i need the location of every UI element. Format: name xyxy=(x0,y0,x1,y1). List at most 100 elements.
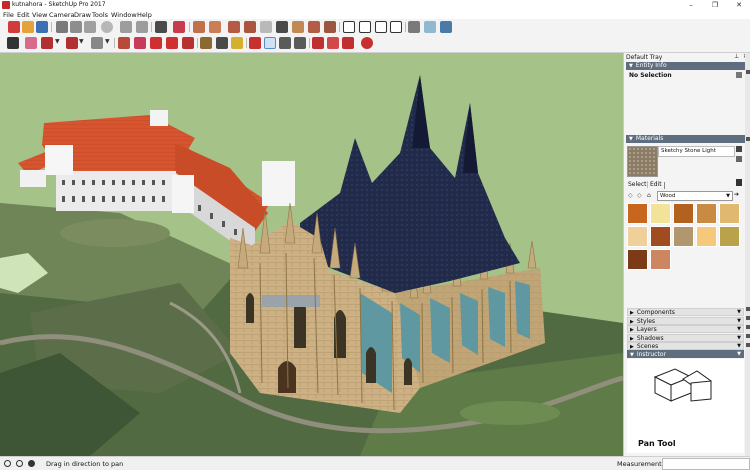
tape-measure-icon[interactable] xyxy=(200,37,212,49)
tab-select[interactable]: Select xyxy=(628,181,647,188)
cut-icon[interactable] xyxy=(56,21,68,33)
details-icon[interactable]: ➔ xyxy=(734,191,739,198)
material-swatch[interactable] xyxy=(719,203,740,224)
scale-icon[interactable] xyxy=(182,37,194,49)
push-pull-icon[interactable] xyxy=(118,37,130,49)
materials-header[interactable]: ▼ Materials xyxy=(626,135,747,143)
move-icon[interactable] xyxy=(150,37,162,49)
right-view-icon[interactable] xyxy=(244,21,256,33)
tab-edit[interactable]: Edit xyxy=(647,181,662,188)
box-icon[interactable] xyxy=(390,21,402,33)
material-category-select[interactable]: Wood ▼ xyxy=(657,191,733,201)
house-left-icon[interactable] xyxy=(375,21,387,33)
model-info-icon[interactable] xyxy=(173,21,185,33)
redo-icon[interactable] xyxy=(136,21,148,33)
erase-icon[interactable] xyxy=(101,21,113,33)
home-icon[interactable]: ⌂ xyxy=(647,192,651,199)
pan-icon[interactable] xyxy=(264,37,276,49)
layers-panel-header[interactable]: ▶ Layers ▼ xyxy=(627,325,744,333)
eraser-icon[interactable] xyxy=(25,37,37,49)
protractor-icon[interactable] xyxy=(231,37,243,49)
iso-view-icon[interactable] xyxy=(193,21,205,33)
scenes-panel-header[interactable]: ▶ Scenes ▼ xyxy=(627,342,744,350)
undo-icon[interactable] xyxy=(120,21,132,33)
side-button-icon[interactable] xyxy=(746,316,750,320)
entity-info-icon[interactable] xyxy=(736,72,742,78)
material-swatch[interactable] xyxy=(650,203,671,224)
rotate-icon[interactable] xyxy=(166,37,178,49)
wireframe-icon[interactable] xyxy=(308,21,320,33)
top-view-icon[interactable] xyxy=(209,21,221,33)
warehouse-icon[interactable] xyxy=(312,37,324,49)
select-icon[interactable] xyxy=(7,37,19,49)
components-panel-header[interactable]: ▶ Components ▼ xyxy=(627,308,744,316)
xray-icon[interactable] xyxy=(292,21,304,33)
material-swatch[interactable] xyxy=(627,249,648,270)
hidden-line-icon[interactable] xyxy=(324,21,336,33)
forward-icon[interactable]: ◇ xyxy=(637,192,642,199)
3d-warehouse-icon[interactable] xyxy=(424,21,436,33)
extension-icon[interactable] xyxy=(440,21,452,33)
model-viewport[interactable] xyxy=(0,53,623,456)
orbit-icon[interactable] xyxy=(249,37,261,49)
styles-panel-header[interactable]: ▶ Styles ▼ xyxy=(627,317,744,325)
material-swatch[interactable] xyxy=(650,226,671,247)
side-button-icon[interactable] xyxy=(746,325,750,329)
credits-icon[interactable] xyxy=(16,460,23,467)
material-swatch[interactable] xyxy=(627,226,648,247)
close-button[interactable]: ✕ xyxy=(728,0,750,10)
measurements-input[interactable] xyxy=(662,458,750,470)
side-button-icon[interactable] xyxy=(746,70,750,74)
minimize-button[interactable]: – xyxy=(680,0,702,10)
menu-file[interactable]: File xyxy=(3,11,14,19)
menu-help[interactable]: Help xyxy=(137,11,152,19)
house-icon[interactable] xyxy=(343,21,355,33)
house-outline-icon[interactable] xyxy=(359,21,371,33)
copy-icon[interactable] xyxy=(70,21,82,33)
dimension-icon[interactable] xyxy=(216,37,228,49)
components-icon[interactable] xyxy=(342,37,354,49)
material-swatch[interactable] xyxy=(696,226,717,247)
material-swatch[interactable] xyxy=(627,203,648,224)
back-view-icon[interactable] xyxy=(260,21,272,33)
material-preview[interactable] xyxy=(627,146,658,177)
geolocation-icon[interactable] xyxy=(4,460,11,467)
side-button-icon[interactable] xyxy=(746,343,750,347)
chevron-down-icon[interactable]: ▼ xyxy=(79,38,84,45)
arc-icon[interactable] xyxy=(66,37,78,49)
back-icon[interactable]: ◇ xyxy=(628,192,633,199)
material-swatch[interactable] xyxy=(673,203,694,224)
menu-draw[interactable]: Draw xyxy=(74,11,91,19)
front-view-icon[interactable] xyxy=(228,21,240,33)
shadows-panel-header[interactable]: ▶ Shadows ▼ xyxy=(627,334,744,342)
menu-camera[interactable]: Camera xyxy=(49,11,75,19)
zoom-icon[interactable] xyxy=(279,37,291,49)
eyedropper-icon[interactable] xyxy=(736,179,742,186)
left-view-icon[interactable] xyxy=(276,21,288,33)
menu-view[interactable]: View xyxy=(32,11,47,19)
maximize-button[interactable]: ❐ xyxy=(704,0,726,10)
layer-icon[interactable] xyxy=(408,21,420,33)
material-swatch[interactable] xyxy=(673,226,694,247)
material-swatch[interactable] xyxy=(650,249,671,270)
instructor-panel-header[interactable]: ▼ Instructor ▼ xyxy=(627,350,744,358)
save-icon[interactable] xyxy=(36,21,48,33)
menu-window[interactable]: Window xyxy=(111,11,137,19)
entity-info-header[interactable]: ▼ Entity Info xyxy=(626,62,747,70)
menu-tools[interactable]: Tools xyxy=(92,11,108,19)
material-swatch[interactable] xyxy=(696,203,717,224)
chevron-down-icon[interactable]: ▼ xyxy=(55,38,60,45)
menu-edit[interactable]: Edit xyxy=(17,11,30,19)
instructor-toggle-icon[interactable] xyxy=(28,460,35,467)
material-swatch[interactable] xyxy=(719,226,740,247)
pin-icon[interactable]: ⊥ xyxy=(734,53,739,60)
extension-warehouse-icon[interactable] xyxy=(327,37,339,49)
print-icon[interactable] xyxy=(155,21,167,33)
side-button-icon[interactable] xyxy=(746,334,750,338)
open-icon[interactable] xyxy=(22,21,34,33)
chevron-down-icon[interactable]: ▼ xyxy=(105,38,110,45)
side-button-icon[interactable] xyxy=(746,307,750,311)
sample-paint-icon[interactable] xyxy=(736,146,742,152)
follow-me-icon[interactable] xyxy=(134,37,146,49)
side-button-icon[interactable] xyxy=(746,137,750,141)
